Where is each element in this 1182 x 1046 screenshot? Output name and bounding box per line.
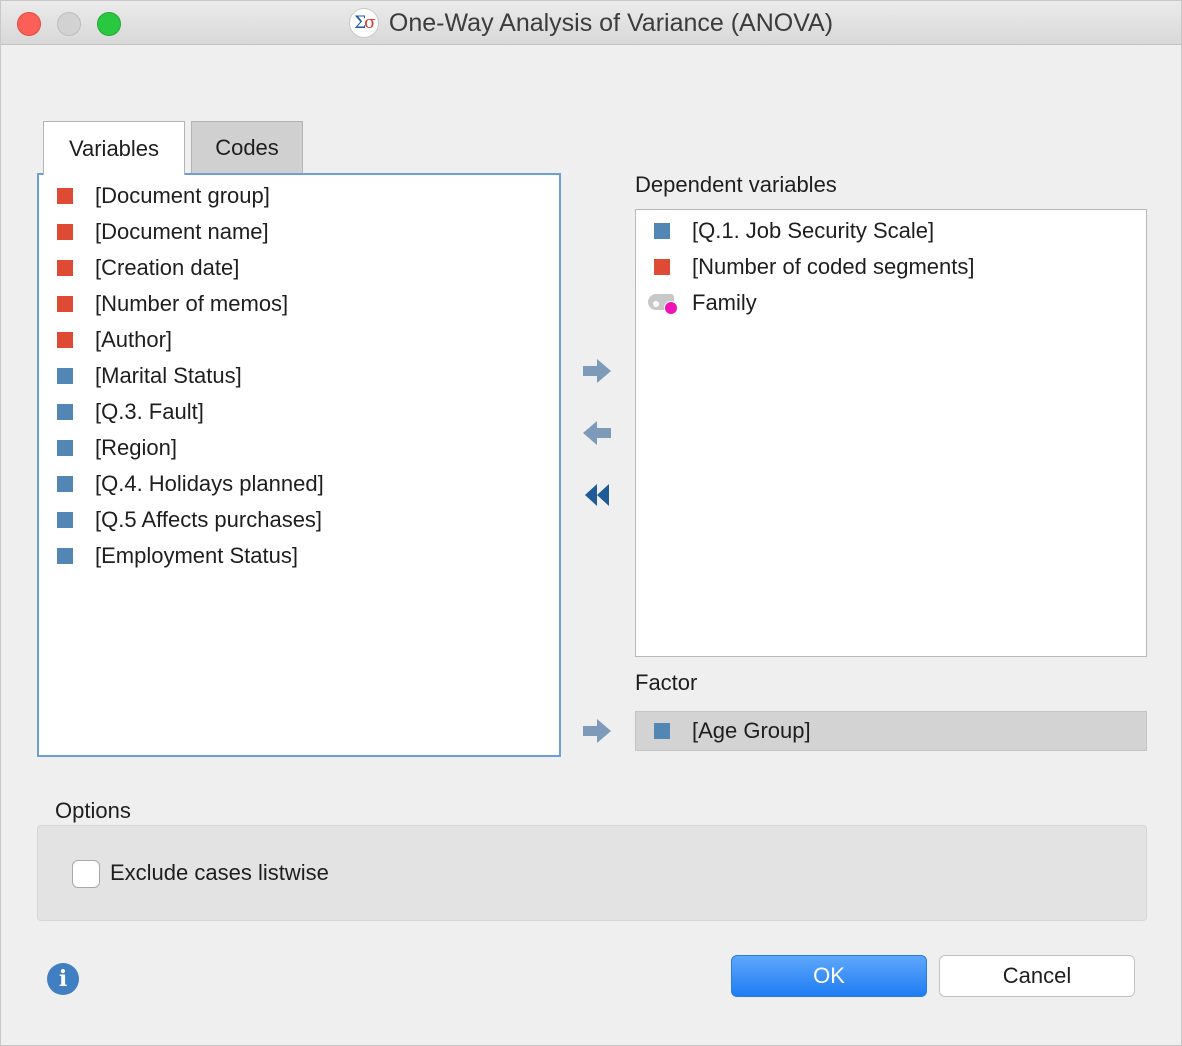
title-bar: Σσ One-Way Analysis of Variance (ANOVA) bbox=[1, 1, 1181, 45]
tab-codes[interactable]: Codes bbox=[191, 121, 303, 174]
info-icon[interactable]: i bbox=[47, 963, 79, 995]
variables-list[interactable]: [Document group] [Document name] [Creati… bbox=[37, 173, 561, 757]
red-square-icon bbox=[57, 224, 73, 240]
ok-button[interactable]: OK bbox=[731, 955, 927, 997]
blue-square-icon bbox=[57, 476, 73, 492]
factor-field[interactable]: [Age Group] bbox=[635, 711, 1147, 751]
remove-all-double-arrow-icon[interactable] bbox=[581, 480, 613, 510]
list-item[interactable]: [Number of memos] bbox=[57, 286, 288, 322]
cancel-button[interactable]: Cancel bbox=[939, 955, 1135, 997]
list-item[interactable]: [Q.1. Job Security Scale] bbox=[654, 213, 934, 249]
factor-label: Factor bbox=[635, 670, 698, 695]
list-item-label: [Employment Status] bbox=[95, 543, 298, 568]
list-item-label: [Creation date] bbox=[95, 255, 240, 280]
list-item[interactable]: [Document group] bbox=[57, 178, 270, 214]
list-item-label: [Number of coded segments] bbox=[692, 254, 975, 279]
factor-value: [Age Group] bbox=[692, 718, 811, 743]
red-square-icon bbox=[654, 259, 670, 275]
remove-from-dependent-arrow-icon[interactable] bbox=[581, 418, 613, 448]
app-icon: Σσ bbox=[348, 8, 379, 38]
dependent-variables-list[interactable]: [Q.1. Job Security Scale] [Number of cod… bbox=[635, 209, 1147, 657]
options-label: Options bbox=[55, 798, 131, 823]
list-item-label: [Author] bbox=[95, 327, 173, 352]
red-square-icon bbox=[57, 260, 73, 276]
list-item-label: [Document name] bbox=[95, 219, 269, 244]
list-item[interactable]: [Region] bbox=[57, 430, 177, 466]
list-item-label: [Region] bbox=[95, 435, 177, 460]
blue-square-icon bbox=[57, 440, 73, 456]
list-item-label: [Q.1. Job Security Scale] bbox=[692, 218, 935, 243]
list-item-label: Family bbox=[692, 290, 757, 315]
anova-dialog: Σσ One-Way Analysis of Variance (ANOVA) … bbox=[0, 0, 1182, 1046]
options-panel: Exclude cases listwise bbox=[37, 825, 1147, 921]
list-item[interactable]: Family bbox=[648, 285, 757, 321]
list-item[interactable]: [Author] bbox=[57, 322, 172, 358]
blue-square-icon bbox=[57, 368, 73, 384]
list-item-label: [Q.3. Fault] bbox=[95, 399, 204, 424]
list-item[interactable]: [Employment Status] bbox=[57, 538, 298, 574]
blue-square-icon bbox=[57, 548, 73, 564]
list-item[interactable]: [Q.3. Fault] bbox=[57, 394, 204, 430]
red-square-icon bbox=[57, 332, 73, 348]
list-item-label: [Q.4. Holidays planned] bbox=[95, 471, 324, 496]
exclude-cases-checkbox[interactable] bbox=[72, 860, 100, 888]
red-square-icon bbox=[57, 296, 73, 312]
set-factor-arrow-icon[interactable] bbox=[581, 716, 613, 746]
list-item[interactable]: [Q.4. Holidays planned] bbox=[57, 466, 324, 502]
blue-square-icon bbox=[57, 512, 73, 528]
exclude-cases-label[interactable]: Exclude cases listwise bbox=[110, 860, 329, 886]
code-tag-icon bbox=[648, 292, 680, 315]
list-item[interactable]: [Marital Status] bbox=[57, 358, 242, 394]
blue-square-icon bbox=[654, 723, 670, 739]
tab-variables[interactable]: Variables bbox=[43, 121, 185, 175]
blue-square-icon bbox=[654, 223, 670, 239]
dependent-variables-label: Dependent variables bbox=[635, 172, 837, 197]
red-square-icon bbox=[57, 188, 73, 204]
add-to-dependent-arrow-icon[interactable] bbox=[581, 356, 613, 386]
list-item[interactable]: [Number of coded segments] bbox=[654, 249, 974, 285]
list-item-label: [Q.5 Affects purchases] bbox=[95, 507, 323, 532]
list-item[interactable]: [Creation date] bbox=[57, 250, 239, 286]
list-item[interactable]: [Q.5 Affects purchases] bbox=[57, 502, 322, 538]
list-item[interactable]: [Document name] bbox=[57, 214, 269, 250]
list-item-label: [Document group] bbox=[95, 183, 270, 208]
window-title: One-Way Analysis of Variance (ANOVA) bbox=[388, 8, 834, 37]
list-item-label: [Number of memos] bbox=[95, 291, 289, 316]
blue-square-icon bbox=[57, 404, 73, 420]
list-item-label: [Marital Status] bbox=[95, 363, 242, 388]
